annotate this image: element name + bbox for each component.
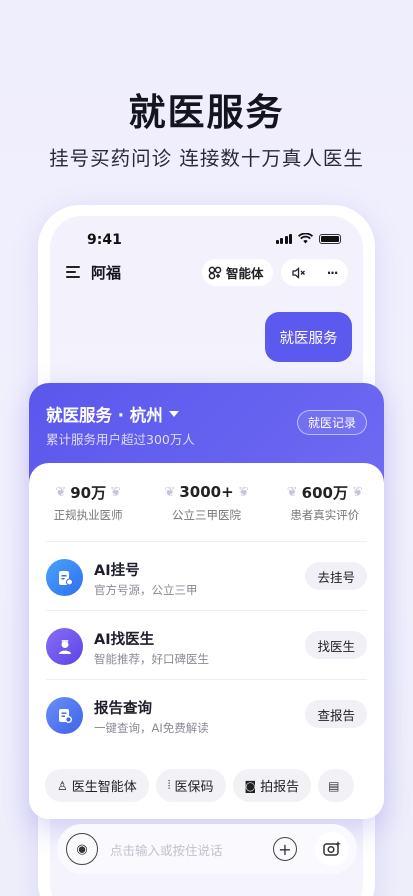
stat-value: 90万	[70, 483, 107, 502]
nav-title: 阿福	[91, 264, 122, 282]
wifi-icon	[298, 233, 313, 244]
register-icon	[46, 559, 83, 596]
stat-value: 600万	[301, 483, 348, 502]
stat-label: 正规执业医师	[53, 508, 123, 522]
signal-icon	[275, 233, 292, 244]
find-doctor-button[interactable]: 找医生	[305, 631, 367, 659]
card-body: ❦ 90万 ❦ 正规执业医师 ❦ 3000+ ❦ 公立三甲医院 ❦ 600万 ❦	[29, 463, 384, 819]
divider	[46, 610, 367, 611]
chip-partial[interactable]: ▤	[318, 769, 355, 802]
chip-photo-report[interactable]: ◙ 拍报告	[232, 769, 312, 802]
camera-icon: ◙	[244, 778, 257, 793]
stat-label: 公立三甲医院	[171, 508, 241, 522]
laurel-left-icon: ❦	[286, 484, 298, 500]
service-report-query[interactable]: 报告查询 一键查询，AI免费解读 查报告	[29, 683, 384, 753]
scan-code-icon: ⦙	[167, 778, 171, 792]
laurel-right-icon: ❦	[237, 484, 249, 500]
card-subtitle: 累计服务用户超过300万人	[46, 432, 195, 447]
ai-camera-icon[interactable]	[315, 832, 349, 866]
doctor-icon	[46, 628, 83, 665]
battery-icon	[319, 233, 341, 244]
stat-value: 3000+	[179, 483, 234, 501]
service-ai-find-doctor[interactable]: AI找医生 智能推荐，好口碑医生 找医生	[29, 614, 384, 684]
chat-input-bar: ◉ 点击输入或按住说话 +	[57, 824, 357, 874]
go-register-button[interactable]: 去挂号	[305, 562, 367, 590]
service-desc: 一键查询，AI免费解读	[94, 721, 209, 735]
service-desc: 智能推荐，好口碑医生	[94, 652, 209, 666]
medical-service-card: 就医服务 · 杭州 累计服务用户超过300万人 就医记录 ❦ 90万 ❦ 正规执…	[29, 383, 384, 819]
service-desc: 官方号源，公立三甲	[94, 583, 198, 597]
document-icon: ▤	[328, 778, 340, 793]
menu-icon[interactable]	[66, 266, 80, 281]
laurel-right-icon: ❦	[351, 484, 363, 500]
agent-label: 智能体	[226, 266, 264, 281]
card-title-text: 就医服务 · 杭州	[46, 406, 163, 425]
chip-label: 医保码	[174, 780, 214, 795]
chat-input[interactable]: 点击输入或按住说话	[110, 840, 223, 859]
user-message-bubble: 就医服务	[265, 312, 352, 362]
stat-reviews: ❦ 600万 ❦ 患者真实评价	[266, 481, 384, 523]
report-icon	[46, 697, 83, 734]
service-ai-register[interactable]: AI挂号 官方号源，公立三甲 去挂号	[29, 545, 384, 615]
chip-medical-insurance-code[interactable]: ⦙ 医保码	[155, 769, 226, 802]
voice-icon[interactable]: ◉	[66, 833, 98, 865]
status-icons	[275, 233, 341, 244]
more-icon[interactable]: ···	[327, 266, 339, 280]
stat-doctors: ❦ 90万 ❦ 正规执业医师	[29, 481, 147, 523]
plus-icon[interactable]: +	[273, 837, 297, 861]
service-name: AI找医生	[94, 632, 155, 648]
chip-label: 医生智能体	[71, 780, 137, 795]
quick-chips: ♙ 医生智能体 ⦙ 医保码 ◙ 拍报告 ▤	[45, 769, 355, 802]
hero-subtitle: 挂号买药问诊 连接数十万真人医生	[49, 147, 364, 170]
hero-title: 就医服务	[128, 91, 285, 134]
service-name: AI挂号	[94, 563, 140, 579]
chip-label: 拍报告	[260, 780, 300, 795]
stat-hospitals: ❦ 3000+ ❦ 公立三甲医院	[147, 481, 265, 523]
chip-doctor-agent[interactable]: ♙ 医生智能体	[45, 769, 149, 802]
divider	[46, 541, 367, 542]
status-time: 9:41	[87, 232, 122, 248]
mute-icon[interactable]	[291, 266, 306, 279]
laurel-left-icon: ❦	[164, 484, 176, 500]
card-title[interactable]: 就医服务 · 杭州	[46, 402, 179, 426]
stats-row: ❦ 90万 ❦ 正规执业医师 ❦ 3000+ ❦ 公立三甲医院 ❦ 600万 ❦	[29, 481, 384, 523]
agent-button[interactable]: 智能体	[202, 259, 273, 286]
service-name: 报告查询	[94, 701, 152, 717]
laurel-right-icon: ❦	[110, 484, 121, 500]
divider	[46, 679, 367, 680]
doctor-agent-icon: ♙	[57, 778, 68, 793]
laurel-left-icon: ❦	[55, 484, 67, 500]
agent-icon	[208, 266, 222, 279]
caret-down-icon	[168, 411, 179, 417]
action-pill: ···	[281, 259, 348, 286]
medical-record-button[interactable]: 就医记录	[296, 410, 367, 435]
stat-label: 患者真实评价	[290, 508, 360, 522]
query-report-button[interactable]: 查报告	[305, 700, 367, 728]
